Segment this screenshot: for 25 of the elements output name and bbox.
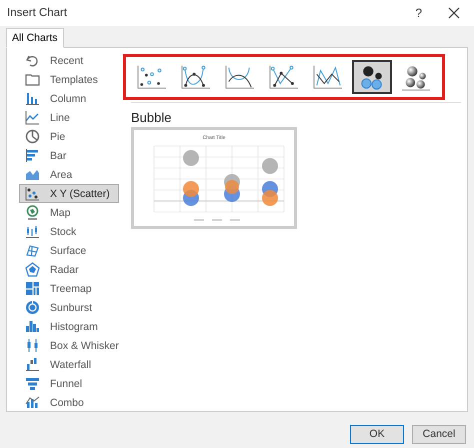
chart-type-item[interactable]: Stock <box>19 222 119 241</box>
chart-type-item[interactable]: Combo <box>19 393 119 412</box>
chart-type-item[interactable]: Area <box>19 165 119 184</box>
chart-type-item[interactable]: Treemap <box>19 279 119 298</box>
chart-type-item[interactable]: Line <box>19 108 119 127</box>
window-title: Insert Chart <box>7 7 68 19</box>
help-button[interactable]: ? <box>415 6 422 20</box>
chart-type-item[interactable]: Map <box>19 203 119 222</box>
tab[interactable]: All Charts <box>6 28 64 48</box>
chart-type-item[interactable]: X Y (Scatter) <box>19 184 119 203</box>
subtype-heading: Bubble <box>131 110 172 125</box>
chart-type-item[interactable]: Pie <box>19 127 119 146</box>
chart-type-item[interactable]: Sunburst <box>19 298 119 317</box>
chart-type-item[interactable]: Radar <box>19 260 119 279</box>
chart-type-item[interactable]: Column <box>19 89 119 108</box>
chart-type-item[interactable]: Waterfall <box>19 355 119 374</box>
chart-type-item[interactable]: Templates <box>19 70 119 89</box>
chart-type-item[interactable]: Box & Whisker <box>19 336 119 355</box>
ok-button[interactable]: OK <box>350 424 404 444</box>
chart-type-item[interactable]: Bar <box>19 146 119 165</box>
chart-type-item[interactable]: Surface <box>19 241 119 260</box>
cancel-button[interactable]: Cancel <box>412 424 466 444</box>
chart-type-item[interactable]: Recent <box>19 51 119 70</box>
chart-type-item[interactable]: Funnel <box>19 374 119 393</box>
chart-type-item[interactable]: Histogram <box>19 317 119 336</box>
